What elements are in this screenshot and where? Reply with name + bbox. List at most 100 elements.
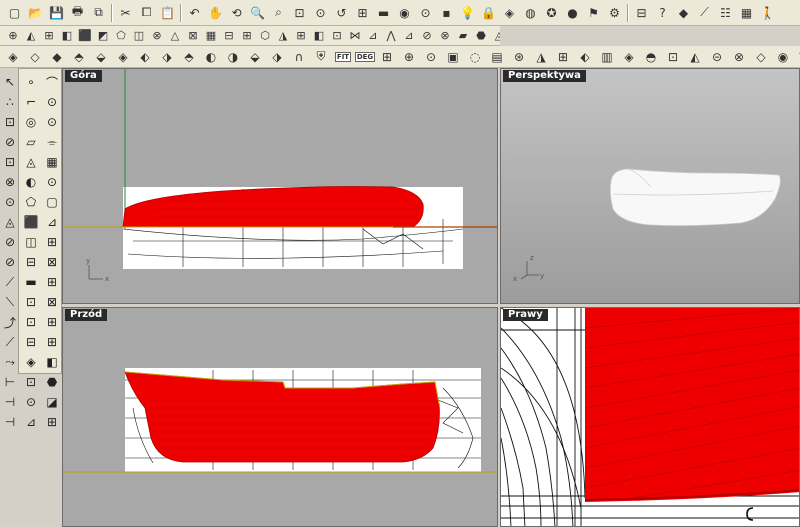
secondary-tool-0-button[interactable]: ⊕ [4,27,22,45]
toolbox-tool-47-button[interactable]: ⬣ [42,372,62,392]
help-icon-button[interactable]: ? [652,3,673,23]
toolbox-tool-48-button[interactable]: ⊣ [0,392,20,412]
secondary-tool-5-button[interactable]: ◩ [94,27,112,45]
toolbox-tool-11-button[interactable]: ⌯ [42,132,62,152]
secondary-tool-25-button[interactable]: ▰ [454,27,472,45]
render-person-icon-button[interactable]: 🚶 [757,3,778,23]
surface-tool-10-button[interactable]: ◑ [222,47,244,67]
secondary-tool-7-button[interactable]: ◫ [130,27,148,45]
surface-tool-3-button[interactable]: ⬘ [68,47,90,67]
secondary-tool-14-button[interactable]: ⬡ [256,27,274,45]
eye-icon-button[interactable]: ◉ [394,3,415,23]
surface-tool-right-9-button[interactable]: ⬖ [574,47,596,67]
toolbox-tool-36-button[interactable]: ⤴ [0,312,20,332]
toolbox-tool-23-button[interactable]: ⊿ [42,212,62,232]
secondary-tool-23-button[interactable]: ⊘ [418,27,436,45]
surface-tool-right-6-button[interactable]: ⊛ [508,47,530,67]
front-view-canvas[interactable] [63,308,498,527]
toolbox-tool-9-button[interactable]: ⊘ [0,132,20,152]
toolbox-tool-42-button[interactable]: ⤳ [0,352,20,372]
toolbox-tool-52-button[interactable]: ⊿ [21,412,41,432]
viewport-perspective[interactable]: z y x Perspektywa [500,68,800,304]
blob-icon-button[interactable]: ◆ [673,3,694,23]
surface-tool-9-button[interactable]: ◐ [200,47,222,67]
shade-icon-button[interactable]: ▪ [436,3,457,23]
light-bulb-icon-button[interactable]: 💡 [457,3,478,23]
surface-tool-2-button[interactable]: ◆ [46,47,68,67]
viewport-front[interactable]: Przód [62,307,498,527]
undo-view-icon-button[interactable]: ↺ [331,3,352,23]
secondary-tool-6-button[interactable]: ⬠ [112,27,130,45]
secondary-tool-2-button[interactable]: ⊞ [40,27,58,45]
undo-icon-button[interactable]: ↶ [184,3,205,23]
viewport-right-label[interactable]: Prawy [503,309,548,321]
toolbox-tool-46-button[interactable]: ⊡ [21,372,41,392]
sphere-icon-button[interactable]: ● [562,3,583,23]
toolbox-tool-40-button[interactable]: ⊟ [21,332,41,352]
toolbox-tool-7-button[interactable]: ◎ [21,112,41,132]
surface-tool-11-button[interactable]: ⬙ [244,47,266,67]
toolbox-tool-0-button[interactable]: ↖ [0,72,20,92]
secondary-tool-26-button[interactable]: ⬣ [472,27,490,45]
toolbox-tool-45-button[interactable]: ⊢ [0,372,20,392]
secondary-tool-24-button[interactable]: ⊗ [436,27,454,45]
surface-tool-right-7-button[interactable]: ◮ [530,47,552,67]
secondary-tool-1-button[interactable]: ◭ [22,27,40,45]
four-viewports-icon-button[interactable]: ⊞ [352,3,373,23]
globe-icon-button[interactable]: ◍ [520,3,541,23]
surface-tool-8-button[interactable]: ⬘ [178,47,200,67]
surface-tool-right-18-button[interactable]: ◉ [772,47,794,67]
toolbox-tool-8-button[interactable]: ⊙ [42,112,62,132]
toolbox-tool-35-button[interactable]: ⊠ [42,292,62,312]
toolbox-tool-1-button[interactable]: ∘ [21,72,41,92]
point-edit-icon-button[interactable]: ⊙ [415,3,436,23]
toolbox-tool-44-button[interactable]: ◧ [42,352,62,372]
zoom-icon-button[interactable]: 🔍 [247,3,268,23]
surface-tool-right-5-button[interactable]: ▤ [486,47,508,67]
zoom-extents-icon-button[interactable]: ⊡ [289,3,310,23]
print-icon-button[interactable]: 🖶 [67,3,88,23]
settings-icon-button[interactable]: ⚙ [604,3,625,23]
layers-icon-button[interactable]: ⊟ [631,3,652,23]
toolbox-tool-26-button[interactable]: ⊞ [42,232,62,252]
toolbox-tool-34-button[interactable]: ⊡ [21,292,41,312]
surface-tool-right-19-button[interactable]: ⌒ [794,47,800,67]
toolbox-tool-3-button[interactable]: ∴ [0,92,20,112]
secondary-tool-3-button[interactable]: ◧ [58,27,76,45]
toolbox-tool-33-button[interactable]: ⟍ [0,292,20,312]
surface-tool-right-13-button[interactable]: ⊡ [662,47,684,67]
save-icon-button[interactable]: 💾 [46,3,67,23]
deg-button[interactable]: DEG [354,47,376,67]
right-view-canvas[interactable] [501,308,800,527]
viewport-right[interactable]: Prawy [500,307,800,527]
secondary-tool-12-button[interactable]: ⊟ [220,27,238,45]
import-icon-button[interactable]: ⧉ [88,3,109,23]
surface-tool-right-11-button[interactable]: ◈ [618,47,640,67]
toolbox-tool-22-button[interactable]: ⬛ [21,212,41,232]
surface-tool-0-button[interactable]: ◈ [2,47,24,67]
toolbox-tool-28-button[interactable]: ⊟ [21,252,41,272]
toolbox-tool-5-button[interactable]: ⊙ [42,92,62,112]
secondary-tool-15-button[interactable]: ◮ [274,27,292,45]
paste-icon-button[interactable]: 📋 [157,3,178,23]
render-icon-button[interactable]: ◈ [499,3,520,23]
toolbox-tool-38-button[interactable]: ⊞ [42,312,62,332]
secondary-tool-9-button[interactable]: △ [166,27,184,45]
zoom-window-icon-button[interactable]: ⌕ [268,3,289,23]
surface-tool-6-button[interactable]: ⬖ [134,47,156,67]
toolbox-tool-4-button[interactable]: ⌐ [21,92,41,112]
secondary-tool-27-button[interactable]: ◬ [490,27,500,45]
toolbox-tool-29-button[interactable]: ⊠ [42,252,62,272]
toolbox-tool-12-button[interactable]: ⊡ [0,152,20,172]
surface-tool-5-button[interactable]: ◈ [112,47,134,67]
secondary-tool-21-button[interactable]: ⋀ [382,27,400,45]
surface-tool-4-button[interactable]: ⬙ [90,47,112,67]
secondary-tool-20-button[interactable]: ⊿ [364,27,382,45]
rotate-view-icon-button[interactable]: ⟲ [226,3,247,23]
surface-tool-right-17-button[interactable]: ◇ [750,47,772,67]
gear-icon-button[interactable]: ✪ [541,3,562,23]
secondary-tool-19-button[interactable]: ⋈ [346,27,364,45]
secondary-tool-22-button[interactable]: ⊿ [400,27,418,45]
surface-tool-12-button[interactable]: ⬗ [266,47,288,67]
toolbox-tool-18-button[interactable]: ⊙ [0,192,20,212]
